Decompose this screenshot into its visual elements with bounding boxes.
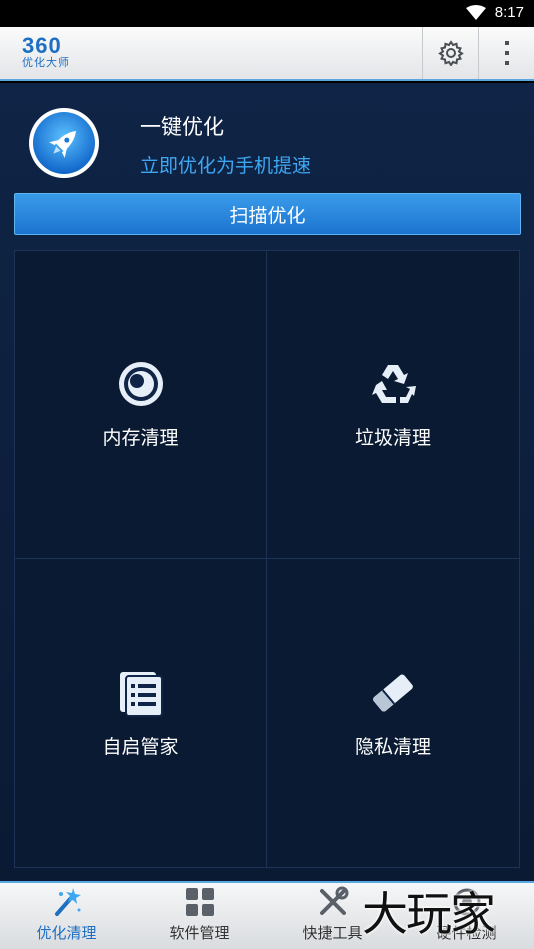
tile-junk-clean[interactable]: 垃圾清理 bbox=[267, 251, 519, 559]
rocket-icon bbox=[29, 108, 99, 178]
nav-label: 优化清理 bbox=[36, 924, 97, 942]
tile-label: 自启管家 bbox=[102, 735, 179, 758]
tile-label: 垃圾清理 bbox=[354, 427, 431, 449]
wifi-icon bbox=[466, 5, 486, 20]
one-click-title: 一键优化 bbox=[140, 115, 224, 139]
logo-number: 360 bbox=[22, 33, 62, 58]
apps-grid-icon bbox=[185, 888, 214, 916]
gear-icon bbox=[437, 40, 464, 66]
nav-optimize-clean[interactable]: 优化清理 bbox=[0, 883, 133, 949]
magic-wand-icon bbox=[54, 888, 81, 916]
feature-grid: 内存清理 垃圾清理 自启管家 隐私清理 bbox=[14, 250, 520, 868]
tile-privacy-clean[interactable]: 隐私清理 bbox=[267, 559, 519, 867]
more-vertical-icon bbox=[504, 41, 509, 65]
startup-list-icon bbox=[119, 671, 163, 717]
memory-icon bbox=[118, 362, 163, 406]
clock: 8:17 bbox=[494, 4, 524, 21]
tile-memory-clean[interactable]: 内存清理 bbox=[15, 251, 267, 559]
status-bar: 8:17 bbox=[0, 0, 534, 27]
tile-startup-manager[interactable]: 自启管家 bbox=[15, 559, 267, 867]
tools-icon bbox=[319, 886, 348, 915]
scan-optimize-button[interactable]: 扫描优化 bbox=[14, 193, 521, 235]
watermark: 大玩家 bbox=[362, 887, 496, 941]
app-logo: 360 优化大师 bbox=[22, 35, 92, 73]
tile-label: 内存清理 bbox=[102, 427, 179, 449]
one-click-subtitle[interactable]: 立即优化为手机提速 bbox=[140, 151, 311, 178]
title-bar: 360 优化大师 bbox=[0, 27, 534, 81]
logo-text: 优化大师 bbox=[22, 56, 70, 69]
tile-label: 隐私清理 bbox=[354, 735, 431, 758]
main-panel: 一键优化 立即优化为手机提速 扫描优化 内存清理 垃圾清理 自启管家 隐私清理 bbox=[0, 83, 534, 881]
nav-label: 软件管理 bbox=[169, 924, 230, 942]
nav-software-manager[interactable]: 软件管理 bbox=[133, 883, 266, 949]
recycle-icon bbox=[372, 365, 416, 403]
eraser-icon bbox=[373, 673, 413, 712]
overflow-menu-button[interactable] bbox=[478, 27, 534, 79]
rocket-badge[interactable] bbox=[27, 106, 101, 180]
settings-button[interactable] bbox=[422, 27, 478, 79]
nav-label: 快捷工具 bbox=[302, 924, 363, 942]
